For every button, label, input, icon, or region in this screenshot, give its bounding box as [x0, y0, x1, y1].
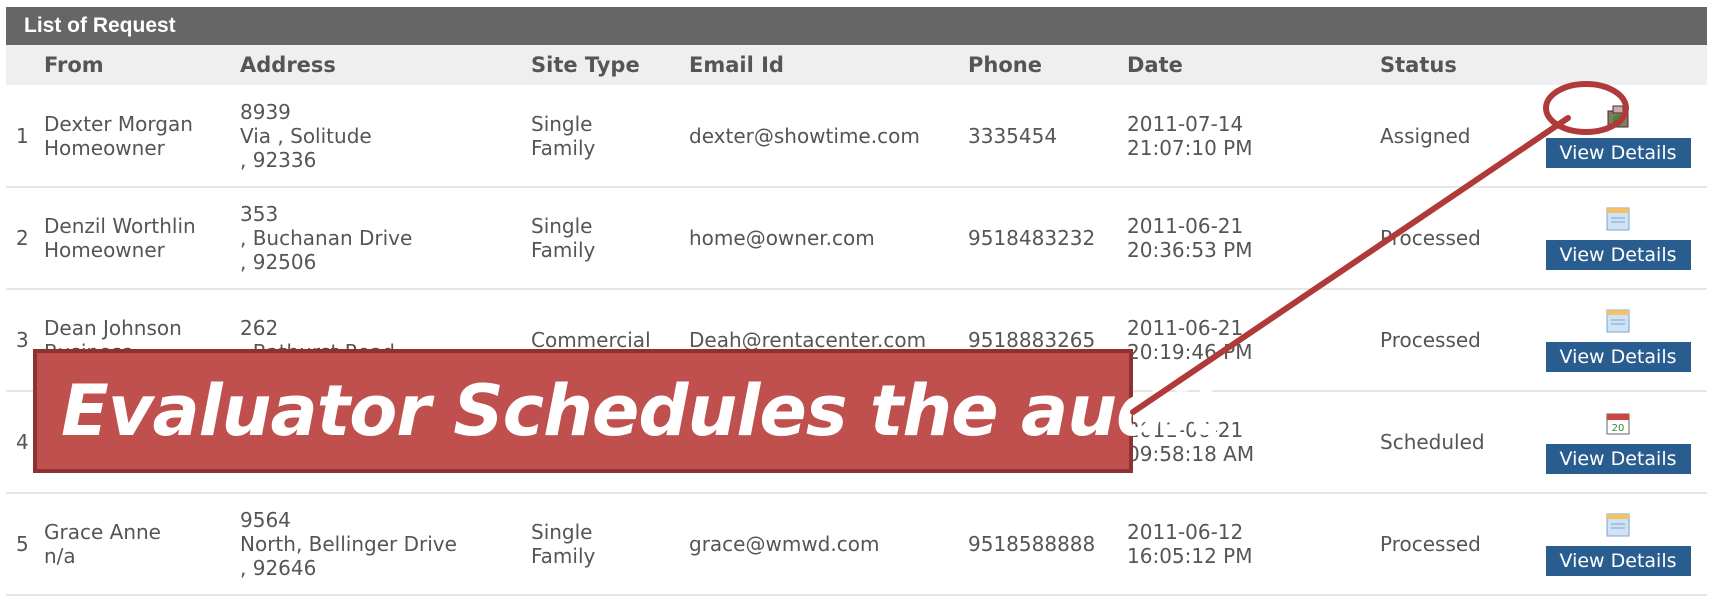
- cell-address-line: North, Bellinger Drive: [240, 532, 457, 556]
- cell-from: Denzil Worthlin Homeowner: [44, 187, 240, 289]
- view-details-button[interactable]: View Details: [1545, 342, 1691, 372]
- cell-address: 8939 Via , Solitude, 92336: [240, 85, 531, 187]
- cell-date-line: 2011-07-14: [1127, 111, 1244, 136]
- cell-date-line: 2011-06-12: [1127, 520, 1244, 544]
- row-number: 5: [16, 532, 29, 556]
- cell-action: View Details: [1529, 289, 1707, 391]
- cell-address-line: , 92336: [240, 147, 317, 172]
- cell-from-line: Homeowner: [44, 135, 165, 160]
- cell-status: Processed: [1380, 328, 1481, 352]
- col-header-action: [1529, 45, 1707, 85]
- cell-site-type-line: Single: [531, 111, 593, 136]
- cell-action: View Details: [1529, 493, 1707, 595]
- cell-from-line: Denzil Worthlin: [44, 214, 196, 238]
- col-header-status: Status: [1380, 53, 1457, 77]
- cell-from-line: Grace Anne: [44, 520, 161, 544]
- document-icon[interactable]: [1605, 206, 1631, 232]
- cell-address-line: Via , Solitude: [240, 123, 372, 148]
- cell-address-line: , 92506: [240, 250, 317, 274]
- cell-address-line: , Buchanan Drive: [240, 226, 413, 250]
- document-icon[interactable]: [1605, 308, 1631, 334]
- cell-email: grace@wmwd.com: [689, 532, 880, 556]
- cell-status: Processed: [1380, 226, 1481, 250]
- request-list-panel: List of Request From Address Site Type E…: [6, 7, 1707, 596]
- cell-site-type: Single Family: [531, 493, 689, 595]
- svg-text:20: 20: [1612, 423, 1625, 434]
- col-header-from: From: [44, 53, 104, 77]
- cell-site-type: Single Family: [531, 85, 689, 187]
- calendar-icon[interactable]: 20: [1605, 410, 1631, 436]
- cell-address-line: 8939: [240, 99, 291, 124]
- cell-address-line: , 92646: [240, 556, 317, 580]
- cell-action: View Details: [1529, 187, 1707, 289]
- cell-from: Grace Anne n/a: [44, 493, 240, 595]
- cell-date: 2011-06-21 20:36:53 PM: [1127, 187, 1380, 289]
- cell-date-line: 20:36:53 PM: [1127, 238, 1253, 262]
- cell-date-line: 20:19:46 PM: [1127, 340, 1253, 364]
- row-number: 1: [16, 123, 29, 148]
- cell-date-line: 2011-06-21: [1127, 214, 1244, 238]
- cell-phone: 3335454: [968, 123, 1058, 148]
- assign-icon[interactable]: [1605, 104, 1631, 130]
- table-row: 2 Denzil Worthlin Homeowner 353, Buchanan D…: [6, 187, 1707, 289]
- cell-phone: 9518483232: [968, 226, 1096, 250]
- request-table: From Address Site Type Email Id Phone Da…: [6, 45, 1707, 596]
- col-header-date: Date: [1127, 53, 1183, 77]
- cell-address-line: 9564: [240, 508, 291, 532]
- cell-phone: 9518588888: [968, 532, 1096, 556]
- cell-address-line: 353: [240, 202, 279, 226]
- panel-title: List of Request: [6, 7, 1707, 45]
- callout-banner: Evaluator Schedules the audit: [33, 349, 1222, 473]
- cell-date-line: 2011-06-21: [1127, 316, 1244, 340]
- cell-date: 2011-06-12 16:05:12 PM: [1127, 493, 1380, 595]
- cell-from-line: Dean Johnson: [44, 316, 182, 340]
- cell-address: 353, Buchanan Drive, 92506: [240, 187, 531, 289]
- row-number: 2: [16, 226, 29, 250]
- cell-status: Scheduled: [1380, 430, 1485, 454]
- cell-address: 9564 North, Bellinger Drive, 92646: [240, 493, 531, 595]
- cell-site-type-line: Family: [531, 135, 596, 160]
- col-header-num: [6, 45, 44, 85]
- col-header-address: Address: [240, 53, 336, 77]
- callout-text: Evaluator Schedules the audit: [61, 370, 1222, 452]
- view-details-button[interactable]: View Details: [1545, 240, 1691, 270]
- cell-action: 20 View Details: [1529, 391, 1707, 493]
- col-header-phone: Phone: [968, 53, 1042, 77]
- cell-address-line: 262: [240, 316, 279, 340]
- col-header-site-type: Site Type: [531, 53, 640, 77]
- cell-date: 2011-07-14 21:07:10 PM: [1127, 85, 1380, 187]
- cell-email: home@owner.com: [689, 226, 875, 250]
- cell-from-line: Homeowner: [44, 238, 165, 262]
- cell-action: View Details: [1529, 85, 1707, 187]
- table-row: 5 Grace Anne n/a 9564 North, Bellinger Drive…: [6, 493, 1707, 595]
- view-details-button[interactable]: View Details: [1545, 546, 1691, 576]
- document-icon[interactable]: [1605, 512, 1631, 538]
- col-header-email: Email Id: [689, 53, 784, 77]
- cell-from: Dexter Morgan Homeowner: [44, 85, 240, 187]
- cell-email: dexter@showtime.com: [689, 123, 920, 148]
- table-header-row: From Address Site Type Email Id Phone Da…: [6, 45, 1707, 85]
- cell-site-type: Single Family: [531, 187, 689, 289]
- cell-site-type-line: Family: [531, 544, 596, 568]
- view-details-button[interactable]: View Details: [1545, 444, 1691, 474]
- cell-status: Processed: [1380, 532, 1481, 556]
- cell-site-type-line: Single: [531, 214, 593, 238]
- cell-date-line: 16:05:12 PM: [1127, 544, 1253, 568]
- cell-date-line: 21:07:10 PM: [1127, 135, 1253, 160]
- cell-site-type-line: Family: [531, 238, 596, 262]
- table-row: 1 Dexter Morgan Homeowner 8939 Via , Solitud…: [6, 85, 1707, 187]
- cell-from-line: Dexter Morgan: [44, 111, 193, 136]
- cell-site-type-line: Single: [531, 520, 593, 544]
- cell-from-line: n/a: [44, 544, 76, 568]
- view-details-button[interactable]: View Details: [1545, 137, 1691, 168]
- cell-status: Assigned: [1380, 123, 1471, 148]
